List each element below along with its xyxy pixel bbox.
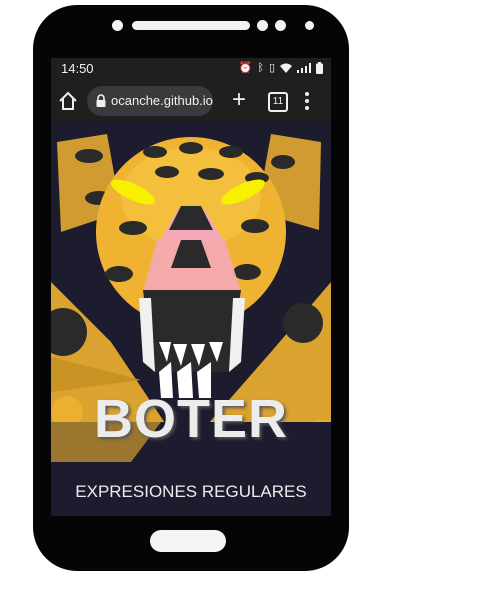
jaguar-illustration: [51, 122, 331, 516]
phone-screen: 14:50 ⏰ ᛒ ▯ ocanche.github.io + 11 BOTER…: [51, 58, 331, 516]
alarm-icon: ⏰: [238, 62, 253, 74]
bluetooth-icon: ᛒ: [257, 61, 264, 74]
tab-switcher-button[interactable]: 11: [268, 92, 288, 112]
home-icon[interactable]: [57, 90, 79, 112]
more-menu-icon[interactable]: [304, 90, 310, 110]
address-bar[interactable]: ocanche.github.io: [87, 86, 213, 116]
page-subtitle: EXPRESIONES REGULARES: [75, 482, 307, 501]
new-tab-button[interactable]: +: [232, 88, 246, 112]
vibrate-icon: ▯: [268, 62, 275, 74]
sensor-dot-3: [305, 21, 314, 30]
sensor-dot-1: [257, 20, 268, 31]
status-icons: ⏰ ᛒ ▯: [239, 61, 323, 74]
browser-toolbar: ocanche.github.io + 11: [51, 80, 331, 122]
page-title: BOTER: [94, 389, 288, 449]
lock-icon: [96, 94, 106, 107]
earpiece-speaker: [132, 21, 250, 30]
home-button[interactable]: [150, 530, 226, 552]
signal-icon: [297, 62, 311, 73]
battery-icon: [316, 61, 323, 74]
wifi-icon: [280, 63, 292, 73]
url-text: ocanche.github.io: [111, 93, 213, 108]
status-time: 14:50: [61, 61, 94, 76]
status-bar: 14:50 ⏰ ᛒ ▯: [51, 58, 331, 80]
front-camera-dot: [112, 20, 123, 31]
sensor-dot-2: [275, 20, 286, 31]
